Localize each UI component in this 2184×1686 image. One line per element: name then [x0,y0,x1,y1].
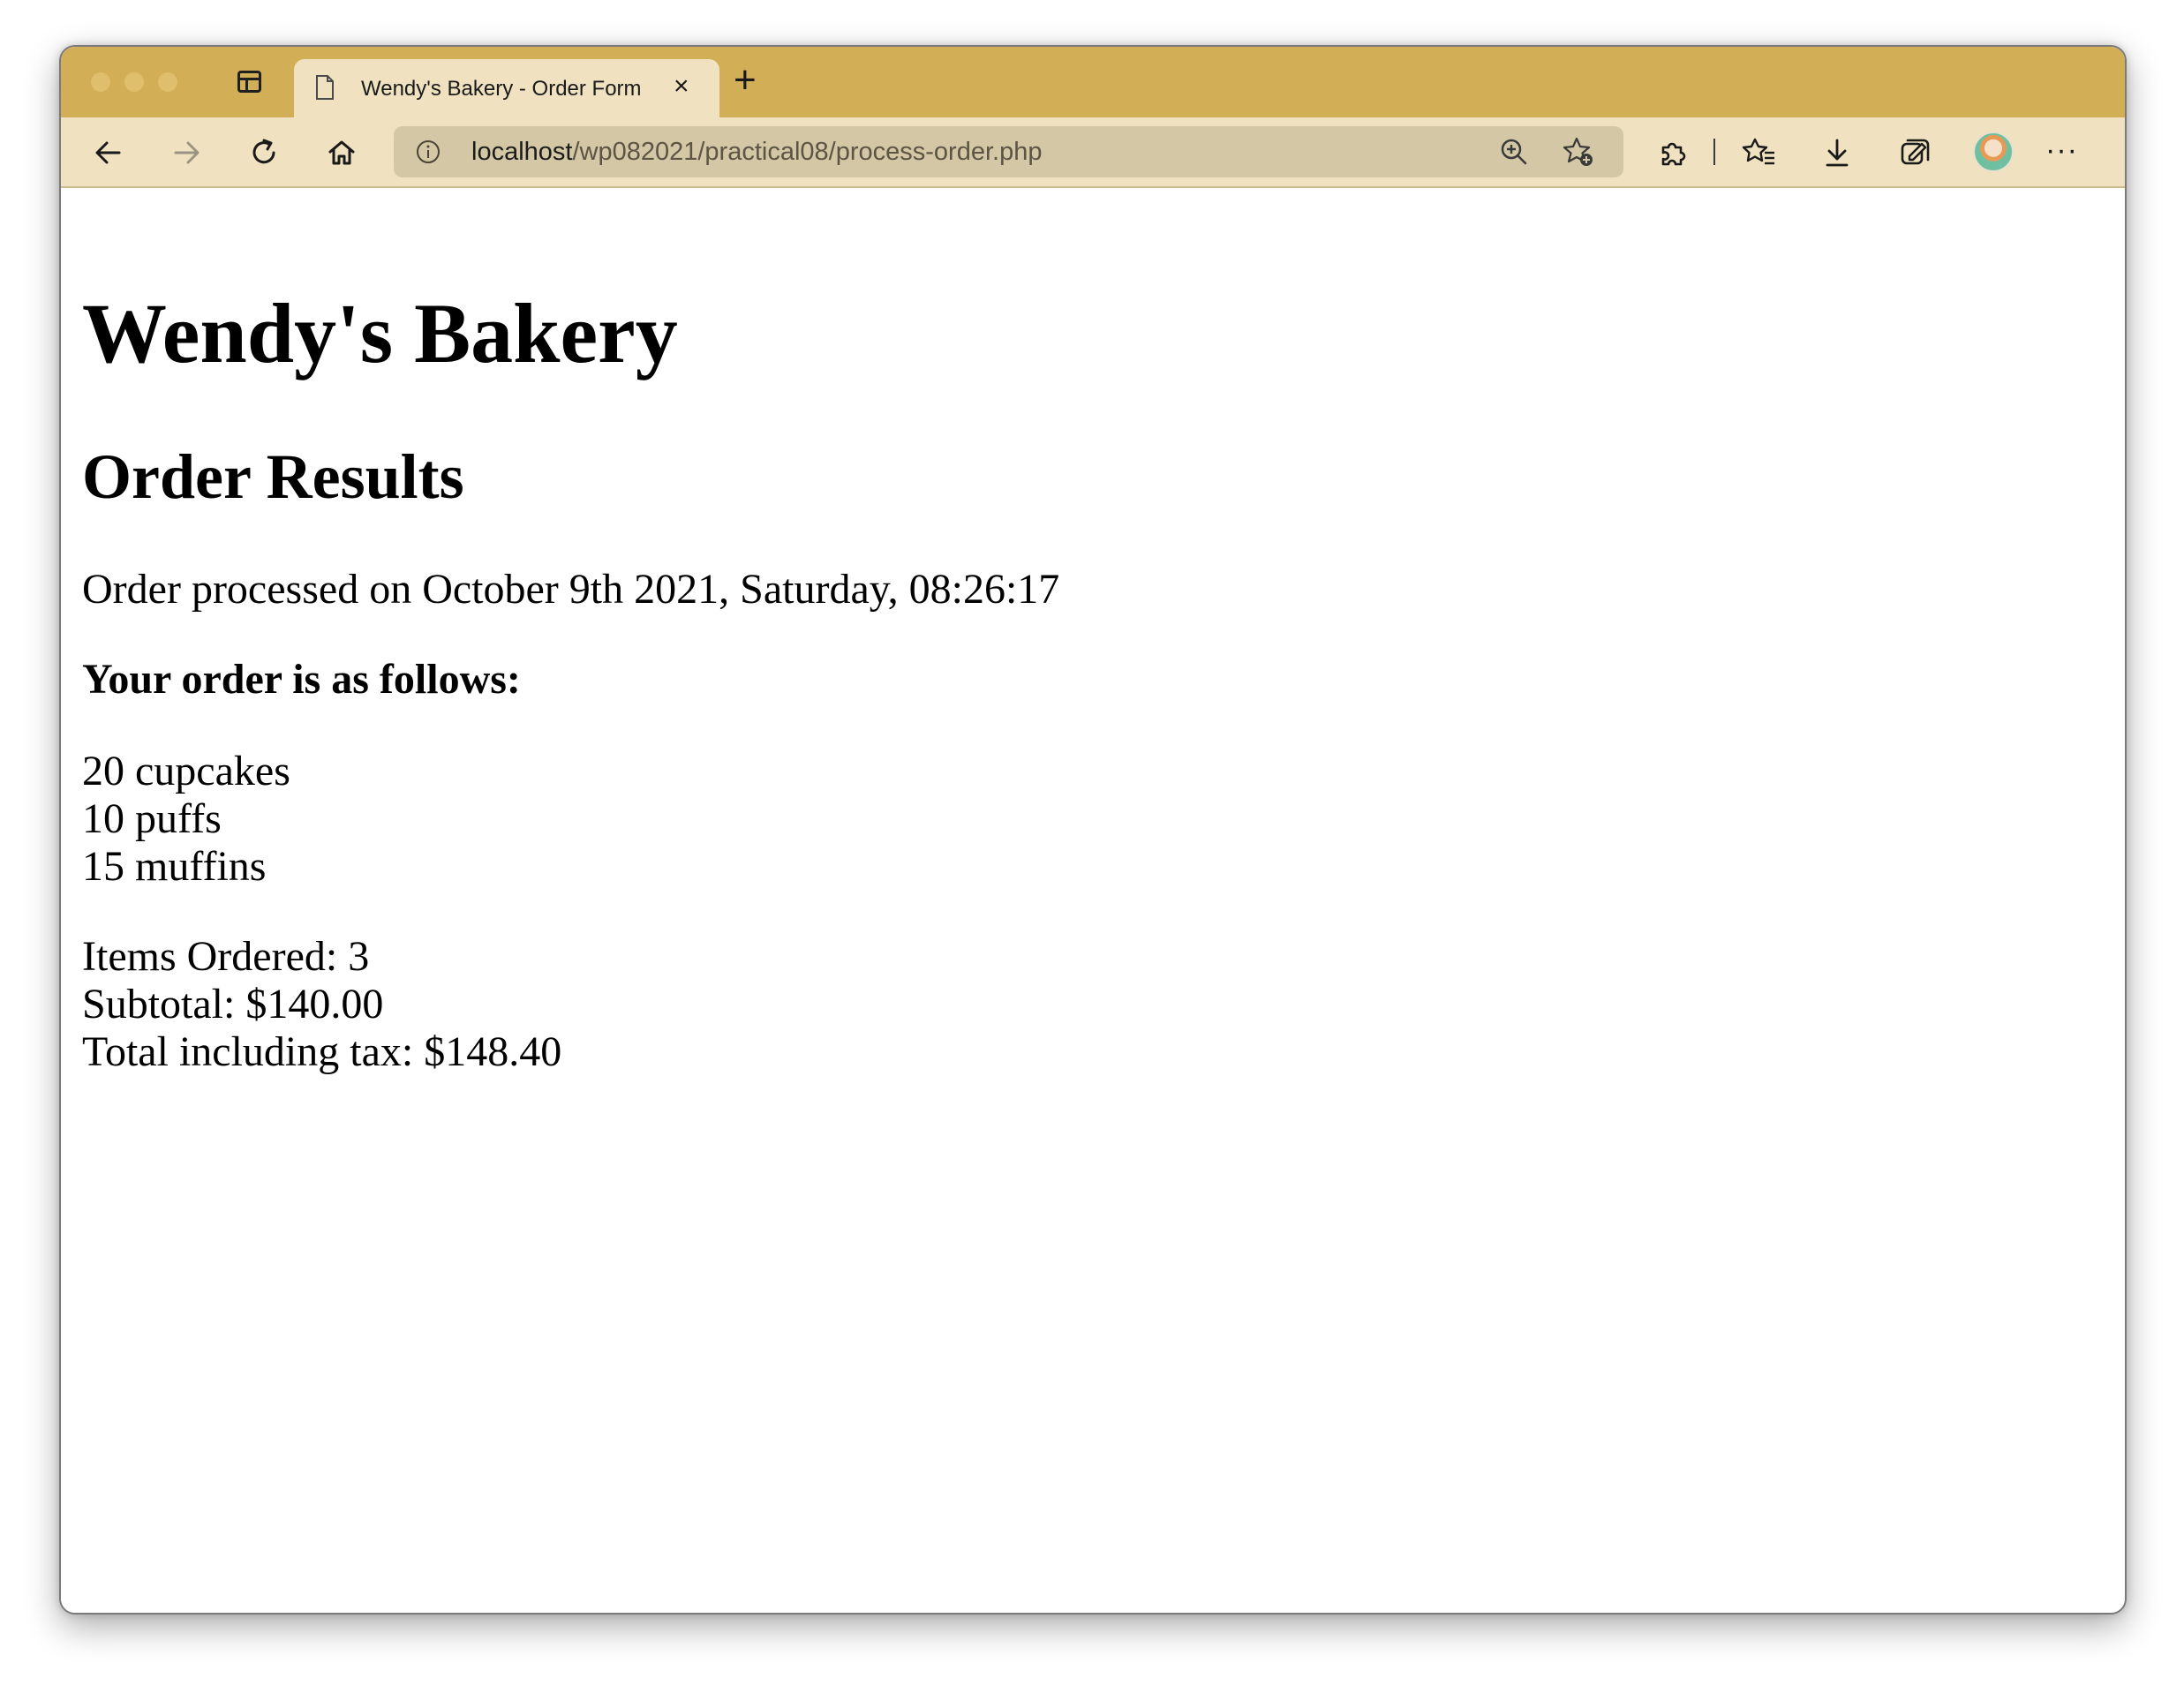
info-icon[interactable] [415,139,441,165]
page-file-icon [316,75,334,100]
puzzle-icon[interactable] [1655,135,1691,170]
order-intro: Your order is as follows: [82,656,521,703]
address-bar[interactable]: localhost/wp082021/practical08/process-o… [394,126,1623,177]
order-results-heading: Order Results [82,441,464,512]
browser-window: Wendy's Bakery - Order Form × + localhos… [59,45,2127,1614]
url-path: /wp082021/practical08/process-order.php [572,138,1043,166]
forward-arrow-icon[interactable] [169,135,204,170]
avatar[interactable] [1973,132,2014,172]
zoom-in-icon[interactable] [1499,137,1529,167]
url-text[interactable]: localhost/wp082021/practical08/process-o… [471,138,1042,167]
new-tab-button[interactable]: + [734,61,757,100]
download-icon[interactable] [1819,135,1855,170]
collections-icon[interactable] [1897,135,1932,170]
page-content: Wendy's Bakery Order Results Order proce… [61,188,2125,1613]
tab-order-form[interactable]: Wendy's Bakery - Order Form × [294,59,719,117]
list-item: 20 cupcakes [82,748,290,794]
toolbar: localhost/wp082021/practical08/process-o… [61,117,2125,188]
page-title: Wendy's Bakery [82,286,678,380]
tab-actions-icon[interactable] [237,71,261,93]
more-menu-icon[interactable]: ··· [2045,133,2078,168]
refresh-icon[interactable] [246,135,282,170]
window-close-dot[interactable] [91,72,110,92]
toolbar-separator [1713,139,1715,165]
total-including-tax: Total including tax: $148.40 [82,1028,562,1075]
home-icon[interactable] [324,135,359,170]
back-arrow-icon[interactable] [91,135,126,170]
window-minimize-dot[interactable] [124,72,144,92]
list-item: 15 muffins [82,843,267,890]
url-host: localhost [471,138,573,166]
add-favorite-icon[interactable] [1563,136,1594,168]
list-item: 10 puffs [82,795,222,842]
tab-bar: Wendy's Bakery - Order Form × + [61,47,2125,117]
tab-close-icon[interactable]: × [674,73,689,100]
tab-title: Wendy's Bakery - Order Form [361,77,642,101]
favorites-icon[interactable] [1742,135,1777,170]
items-ordered: Items Ordered: 3 [82,933,370,980]
subtotal: Subtotal: $140.00 [82,981,384,1027]
processed-timestamp: Order processed on October 9th 2021, Sat… [82,566,1060,613]
window-zoom-dot[interactable] [158,72,177,92]
